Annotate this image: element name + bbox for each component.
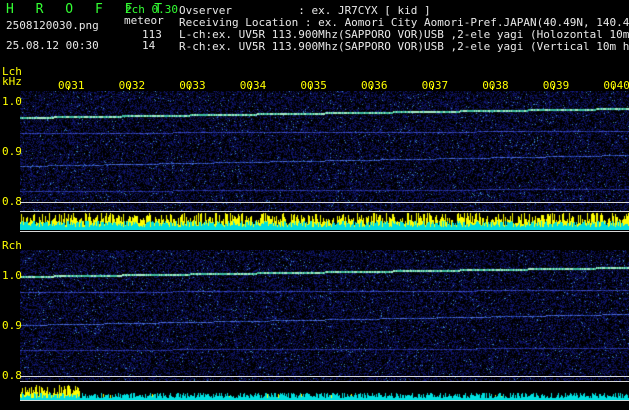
time-tick-label: 0035 (300, 79, 327, 92)
time-tick-mark (128, 86, 130, 90)
lch-receiver-info: L-ch:ex. UV5R 113.900Mhz(SAPPORO VOR)USB… (179, 29, 629, 41)
time-tick-label: 0040 (603, 79, 629, 92)
time-tick-label: 0032 (118, 79, 146, 92)
time-tick-mark (68, 86, 69, 90)
date-time: 25.08.12 00:30 (6, 39, 99, 52)
rch-label: Rch (2, 239, 22, 252)
rch-signal-level (20, 382, 629, 400)
time-tick-label: 0037 (421, 79, 449, 92)
lch-spectrogram (20, 91, 629, 211)
meteor-label: meteor (124, 14, 164, 27)
time-tick-mark (189, 86, 191, 90)
rch-meteor-count: 14 (142, 39, 156, 52)
time-tick-mark (552, 86, 554, 90)
time-tick-label: 0031 (58, 79, 85, 92)
rch-reference-line (20, 376, 629, 377)
lch-ylabel-3: 0.8 (2, 195, 22, 208)
time-tick-label: 0034 (239, 79, 267, 92)
rch-receiver-info: R-ch:ex. UV5R 113.900Mhz(SAPPORO VOR)USB… (179, 41, 629, 53)
lch-ylabel-1: 1.0 (2, 95, 22, 108)
lch-ylabel-2: 0.9 (2, 145, 22, 158)
rch-spectrogram (20, 250, 629, 381)
time-tick-mark (431, 86, 433, 90)
time-tick-mark (492, 86, 494, 90)
rch-ylabel-2: 0.9 (2, 319, 22, 332)
lch-level-bottom-line (20, 231, 629, 232)
time-tick-label: 0038 (482, 79, 509, 92)
rch-ylabel-1: 1.0 (2, 269, 22, 282)
file-name: 2508120030.png (6, 19, 99, 32)
time-tick-mark (249, 86, 251, 90)
rch-ylabel-3: 0.8 (2, 369, 22, 382)
rch-level-bottom-line (20, 400, 629, 401)
lch-unit-label: kHz (2, 75, 22, 88)
lch-reference-line (20, 202, 629, 203)
lch-signal-level (20, 212, 629, 230)
time-tick-mark (613, 86, 615, 90)
time-tick-label: 0036 (361, 79, 388, 92)
location-info: Receiving Location : ex. Aomori City Aom… (179, 16, 629, 29)
time-tick-mark (371, 86, 372, 90)
time-tick-mark (310, 86, 312, 90)
time-tick-label: 0039 (542, 79, 570, 92)
time-tick-label: 0033 (179, 79, 206, 92)
